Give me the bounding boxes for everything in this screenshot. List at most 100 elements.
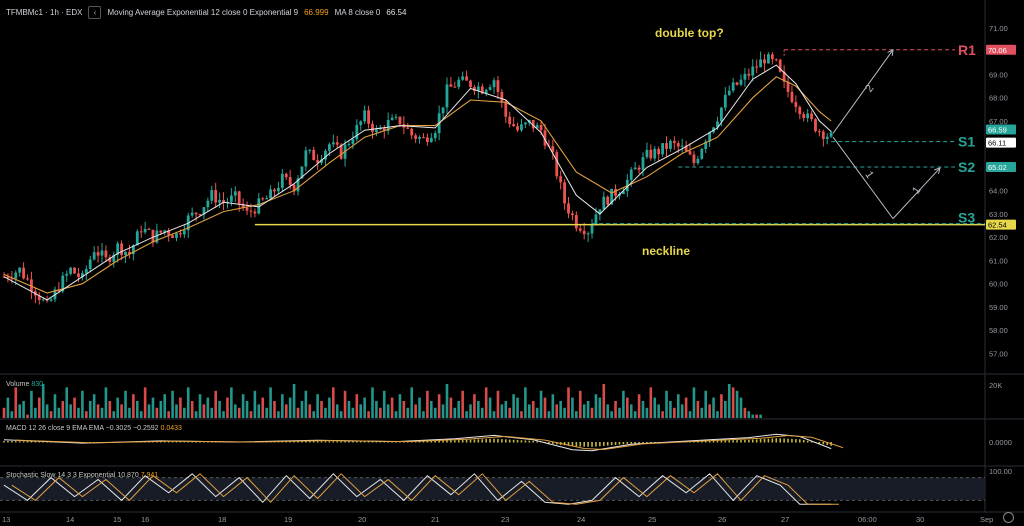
volume-bar: [81, 390, 84, 418]
macd-hist-bar: [822, 442, 825, 445]
candle-body: [269, 189, 272, 199]
volume-bar: [143, 387, 147, 418]
volume-bar: [555, 404, 559, 418]
candle-body: [304, 150, 308, 167]
volume-bar: [594, 394, 598, 418]
candle-body: [398, 116, 402, 125]
candle-body: [96, 252, 100, 256]
candle-body: [582, 230, 586, 235]
collapse-chevron-icon[interactable]: ‹: [88, 6, 102, 19]
candle-body: [645, 149, 649, 158]
macd-hist-bar: [583, 442, 585, 447]
candle-body: [288, 177, 292, 185]
stoch-label[interactable]: Stochastic Slow 14 3 3 Exponential: [6, 472, 115, 479]
candle-body: [571, 213, 574, 216]
macd-hist-bar: [179, 441, 182, 443]
volume-bar: [2, 407, 6, 418]
candle-body: [661, 143, 664, 155]
volume-pane-title: Volume 830: [6, 381, 43, 388]
x-tick-label: 20: [358, 515, 366, 524]
macd-hist-bar: [14, 441, 17, 443]
volume-bar: [469, 404, 472, 418]
volume-bar: [379, 407, 382, 418]
candle-body: [26, 278, 29, 280]
candle-body: [41, 299, 45, 301]
candle-body: [77, 273, 80, 278]
candle-body: [65, 273, 69, 276]
volume-bar: [300, 401, 304, 418]
candle-body: [633, 167, 637, 170]
candle-body: [88, 259, 92, 269]
s1-label: S1: [958, 134, 975, 150]
ema-indicator-label[interactable]: Moving Average Exponential 12 close 0 Ex…: [107, 8, 298, 17]
x-tick-label: 19: [284, 515, 292, 524]
candle-body: [229, 195, 233, 202]
volume-bar: [124, 390, 127, 418]
candle-body: [100, 250, 104, 256]
volume-bar: [347, 401, 351, 418]
volume-bar: [30, 390, 33, 418]
volume-bar: [716, 411, 719, 418]
candle-body: [273, 189, 276, 192]
candle-body: [453, 86, 457, 88]
volume-bar: [633, 411, 637, 418]
macd-scale-label: 0.0000: [989, 438, 1012, 447]
candle-body: [190, 212, 194, 216]
volume-bar: [320, 401, 323, 418]
macd-hist-bar: [328, 441, 331, 443]
macd-hist-bar: [504, 439, 507, 443]
settings-gear-icon[interactable]: [1003, 512, 1014, 523]
volume-bar: [85, 411, 88, 418]
symbol-title[interactable]: TFMBMc1 · 1h · EDX: [6, 8, 82, 17]
candle-body: [425, 137, 429, 143]
volume-bar: [230, 387, 233, 418]
candle-body: [590, 224, 594, 234]
candle-body: [355, 124, 359, 140]
candle-body: [759, 59, 762, 68]
candle-body: [441, 107, 445, 114]
candle-body: [696, 158, 700, 164]
candle-body: [245, 207, 249, 211]
price-chart[interactable]: 71.0070.0069.0068.0067.0066.0065.0064.00…: [0, 0, 1024, 526]
candle-body: [723, 94, 727, 108]
volume-bar: [6, 397, 10, 418]
macd-hist-bar: [606, 442, 609, 446]
macd-hist-bar: [356, 441, 358, 443]
volume-bar: [504, 401, 508, 418]
candle-body: [84, 268, 88, 274]
volume-label[interactable]: Volume: [6, 381, 29, 388]
volume-bar: [571, 397, 574, 418]
macd-hist-bar: [587, 442, 589, 447]
volume-bar: [284, 404, 288, 418]
candle-body: [559, 176, 563, 183]
volume-bar: [73, 397, 76, 418]
y-tick-label: 68.00: [989, 94, 1008, 103]
candle-body: [555, 152, 559, 177]
macd-hist-bar: [751, 439, 754, 443]
volume-bar: [606, 404, 610, 418]
candle-body: [410, 128, 414, 136]
candle-body: [739, 79, 743, 85]
volume-bar: [49, 411, 53, 418]
volume-bar: [155, 407, 159, 418]
macd-label[interactable]: MACD 12 26 close 9 EMA EMA: [6, 425, 104, 432]
y-tick-label: 62.00: [989, 233, 1008, 242]
macd-pane-title: MACD 12 26 close 9 EMA EMA −0.3025 −0.25…: [6, 425, 182, 432]
candle-body: [218, 199, 222, 203]
macd-hist-bar: [348, 441, 350, 443]
volume-bar: [226, 397, 229, 418]
volume-bar: [727, 384, 731, 418]
ma-indicator-label[interactable]: MA 8 close 0: [335, 8, 381, 17]
macd-hist-bar: [634, 442, 636, 444]
candle-body: [120, 243, 124, 256]
volume-bar: [739, 397, 743, 418]
candle-body: [790, 91, 794, 103]
candle-body: [755, 66, 759, 68]
candle-body: [578, 228, 582, 231]
volume-bar: [61, 401, 65, 418]
volume-bar: [37, 397, 41, 418]
volume-bar: [422, 411, 425, 418]
macd-hist-bar: [779, 438, 781, 443]
candle-body: [653, 148, 657, 159]
volume-bar: [661, 411, 664, 418]
